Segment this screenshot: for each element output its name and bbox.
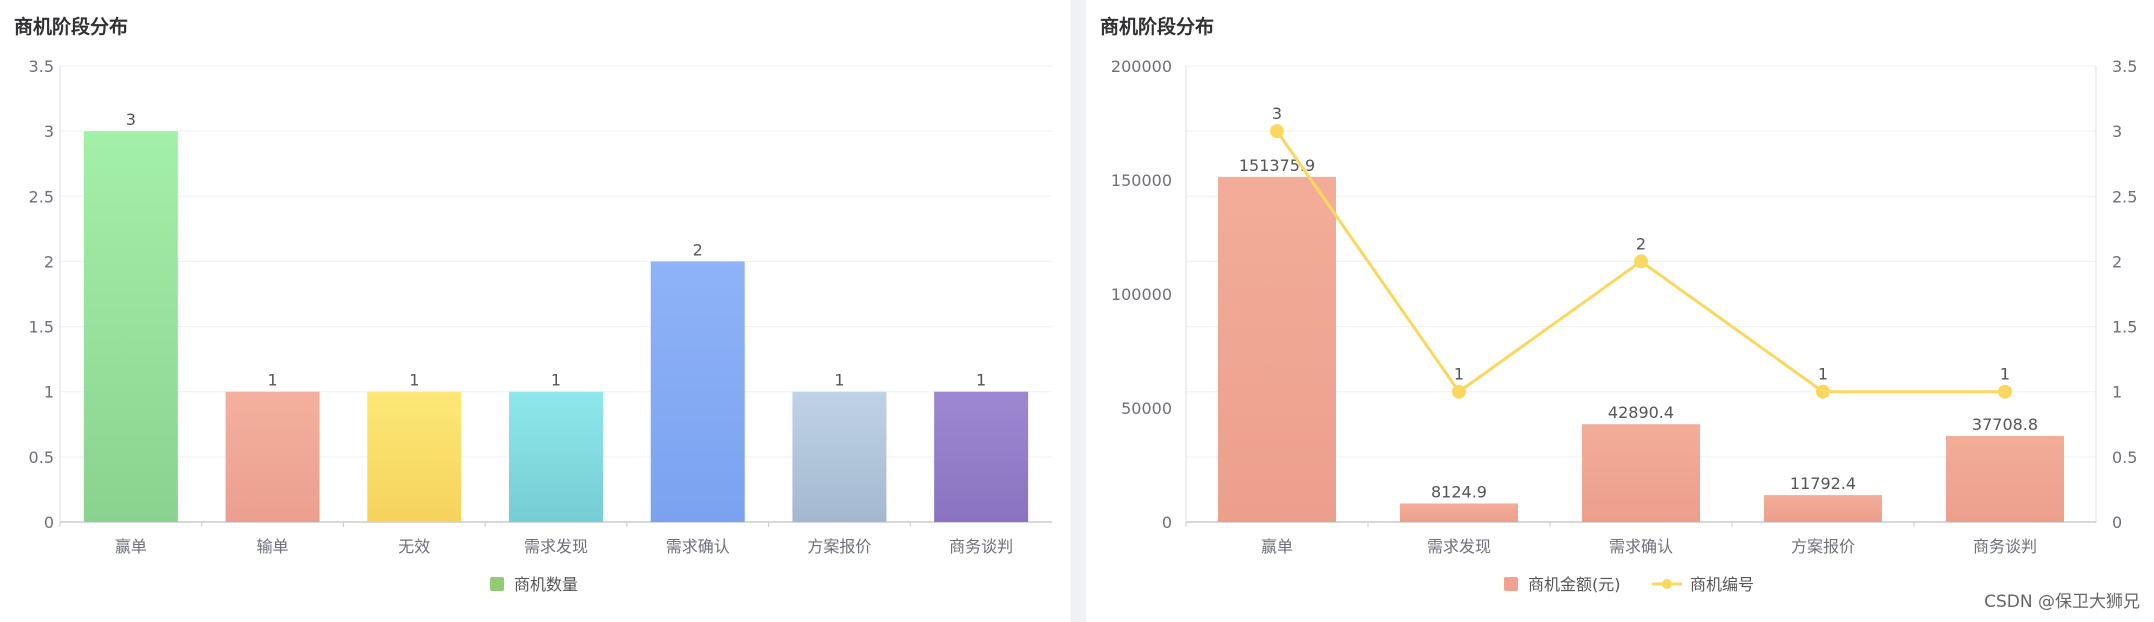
bar	[367, 391, 462, 522]
legend-swatch-bar	[1504, 577, 1518, 591]
bar	[1582, 424, 1700, 522]
legend-label: 商机数量	[514, 575, 578, 594]
line-data-label: 3	[1272, 104, 1282, 123]
x-tick-label: 方案报价	[807, 537, 871, 556]
y-tick-label: 0	[44, 513, 54, 532]
legend-swatch	[490, 577, 504, 591]
chart-panel-right: 商机阶段分布 0 0.5 1 1.5 2 2.5 3 3.5 0 50000 100000 15000…	[1086, 0, 2154, 622]
y-right-tick-label: 3.5	[2112, 57, 2137, 76]
legend-label-line: 商机编号	[1690, 575, 1754, 594]
bar	[509, 391, 603, 522]
bar	[792, 391, 887, 522]
y-left-tick-label: 150000	[1111, 171, 1172, 190]
bar	[934, 391, 1029, 522]
line-point	[1452, 384, 1466, 399]
data-label: 1	[267, 371, 277, 390]
line-data-label: 2	[1636, 234, 1646, 253]
y-tick-label: 0.5	[29, 448, 54, 467]
watermark: CSDN @保卫大狮兄	[1984, 592, 2140, 612]
data-label: 1	[834, 371, 844, 390]
bar-data-label: 42890.4	[1608, 403, 1674, 422]
legend-marker	[1662, 579, 1672, 589]
y-right-tick-label: 3	[2112, 122, 2122, 141]
y-right-tick-label: 1	[2112, 383, 2122, 402]
y-right-tick-label: 2.5	[2112, 187, 2137, 206]
x-tick-label: 需求发现	[1427, 537, 1491, 556]
bar	[1218, 176, 1336, 522]
x-tick-label: 方案报价	[1791, 537, 1855, 556]
x-tick-label: 商务谈判	[1973, 537, 2037, 556]
y-tick-label: 3.5	[29, 57, 54, 76]
line-point	[1998, 384, 2012, 399]
bar	[1764, 495, 1882, 522]
y-left-tick-label: 50000	[1121, 399, 1172, 418]
y-tick-label: 2	[44, 252, 54, 271]
bar-data-label: 11792.4	[1790, 474, 1856, 493]
x-tick-label: 赢单	[115, 537, 147, 556]
x-tick-label: 商务谈判	[949, 537, 1013, 556]
y-tick-label: 2.5	[29, 187, 54, 206]
y-tick-label: 3	[44, 122, 54, 141]
data-label: 1	[409, 371, 419, 390]
x-tick-label: 需求确认	[666, 537, 730, 556]
bar-data-label: 8124.9	[1431, 482, 1487, 501]
x-tick-label: 赢单	[1261, 537, 1293, 556]
bar	[225, 391, 320, 522]
y-right-tick-label: 0	[2112, 513, 2122, 532]
bar	[1946, 436, 2064, 522]
bar	[650, 261, 745, 522]
y-left-tick-label: 100000	[1111, 285, 1172, 304]
legend: 商机数量	[490, 575, 578, 594]
x-tick-label: 需求发现	[524, 537, 588, 556]
data-label: 1	[551, 371, 561, 390]
y-left-tick-label: 200000	[1111, 57, 1172, 76]
bar	[83, 131, 178, 522]
bar-chart-stage-count: 0 0.5 1 1.5 2 2.5 3 3.5 3 赢单 1 输单 1 无效 1 需求发现 2 需求确认 1 方案报价…	[29, 57, 1052, 594]
combo-chart-stage-amount: 0 0.5 1 1.5 2 2.5 3 3.5 0 50000 100000 150000 200000…	[1111, 57, 2138, 594]
data-label: 3	[126, 110, 136, 129]
line-point	[1634, 254, 1648, 269]
line-point	[1816, 384, 1830, 399]
line-data-label: 1	[1454, 365, 1464, 384]
x-tick-label: 无效	[398, 537, 430, 556]
chart-panel-left: 商机阶段分布 0 0.5 1 1.5 2 2.5 3 3.5 3 赢单 1 输单 1 无效 1 需求发现 2 需求…	[0, 0, 1070, 622]
x-tick-label: 需求确认	[1609, 537, 1673, 556]
panel-divider	[1070, 0, 1086, 622]
data-label: 1	[976, 371, 986, 390]
data-label: 2	[693, 240, 703, 259]
legend: 商机金额(元) 商机编号	[1504, 575, 1754, 594]
y-right-tick-label: 2	[2112, 252, 2122, 271]
y-tick-label: 1.5	[29, 318, 54, 337]
line-point	[1270, 124, 1284, 139]
line-data-label: 1	[1818, 365, 1828, 384]
y-tick-label: 1	[44, 383, 54, 402]
bar	[1400, 503, 1518, 522]
legend-label-bar: 商机金额(元)	[1528, 575, 1621, 594]
line-data-label: 1	[2000, 365, 2010, 384]
bar-data-label: 37708.8	[1972, 415, 2038, 434]
y-right-tick-label: 0.5	[2112, 448, 2137, 467]
x-tick-label: 输单	[257, 537, 289, 556]
y-right-tick-label: 1.5	[2112, 318, 2137, 337]
y-left-tick-label: 0	[1162, 513, 1172, 532]
